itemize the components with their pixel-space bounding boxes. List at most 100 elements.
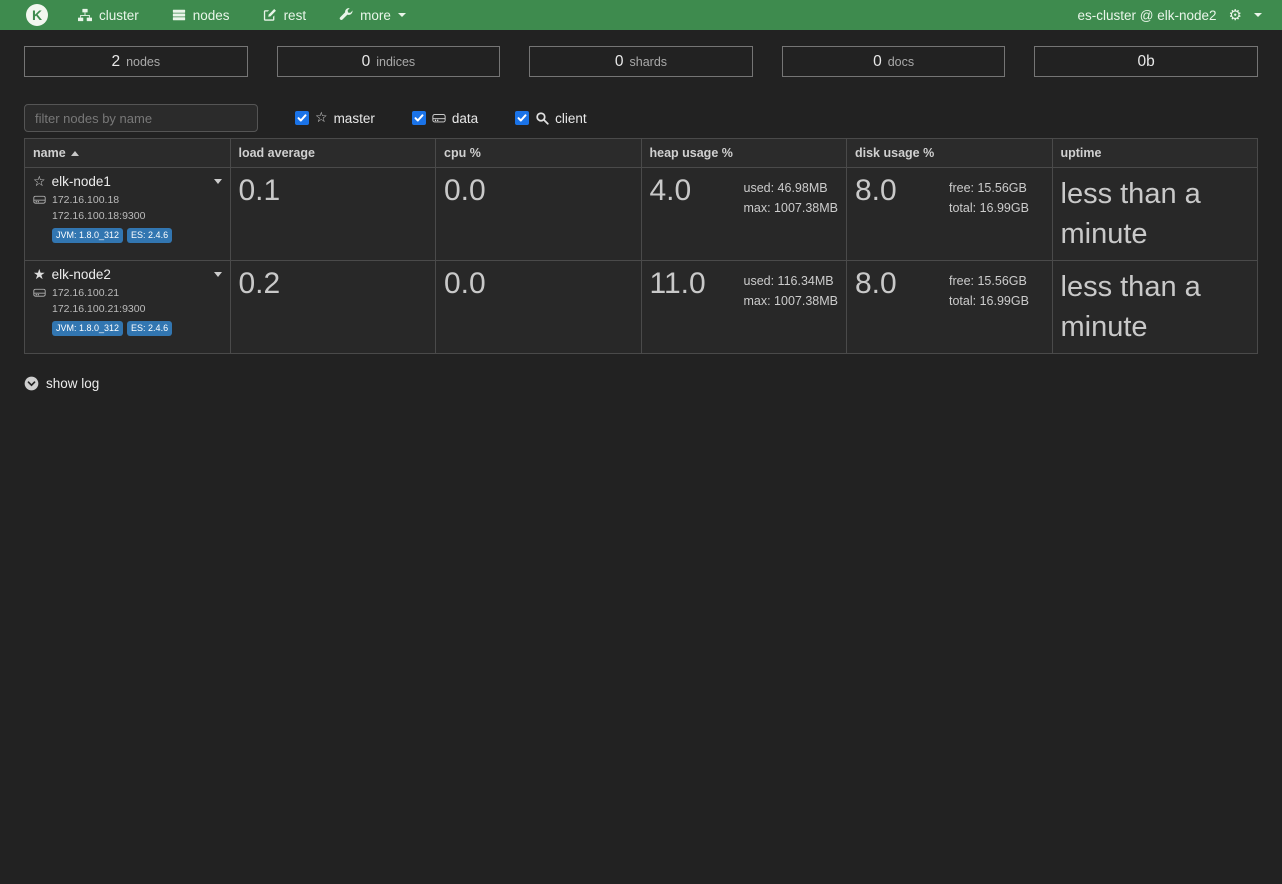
uptime-value: less than a minute <box>1061 174 1250 254</box>
hdd-icon <box>33 286 46 299</box>
load-average-cell: 0.2 <box>230 261 436 354</box>
nav-item-nodes[interactable]: nodes <box>172 8 230 23</box>
stat-indices: 0 indices <box>277 46 501 77</box>
show-log-label: show log <box>46 376 99 391</box>
stat-value: 0 <box>873 53 882 71</box>
checkbox-label: master <box>334 111 375 126</box>
column-header-disk-usage: disk usage % <box>847 139 1053 168</box>
nav-item-label: cluster <box>99 8 139 23</box>
nav-item-more[interactable]: more <box>339 8 406 23</box>
node-transport-address: 172.16.100.21:9300 <box>52 303 222 315</box>
cpu-cell: 0.0 <box>436 261 642 354</box>
star-outline-icon: ☆ <box>315 111 328 125</box>
es-version-badge: ES: 2.4.6 <box>127 228 172 243</box>
stat-label: docs <box>888 55 914 69</box>
search-icon <box>535 111 549 125</box>
cpu-value: 0.0 <box>444 267 486 300</box>
node-name-cell: ☆ elk-node1 172.16.100.18 172.16.100.18:… <box>25 168 231 261</box>
stat-value: 0 <box>615 53 624 71</box>
load-average-value: 0.1 <box>239 174 281 207</box>
hdd-icon <box>432 111 446 125</box>
stat-nodes: 2 nodes <box>24 46 248 77</box>
sort-asc-icon <box>71 151 79 156</box>
column-header-label: load average <box>239 146 315 160</box>
stat-value: 0 <box>362 53 371 71</box>
kopf-logo[interactable]: K <box>26 4 48 26</box>
jvm-version-badge: JVM: 1.8.0_312 <box>52 228 123 243</box>
disk-free: free: 15.56GB <box>949 271 1029 291</box>
heap-max: max: 1007.38MB <box>744 198 839 218</box>
disk-percent-value: 8.0 <box>855 174 949 219</box>
table-row: ☆ elk-node1 172.16.100.18 172.16.100.18:… <box>25 168 1258 261</box>
nav-item-label: nodes <box>193 8 230 23</box>
column-header-cpu: cpu % <box>436 139 642 168</box>
cpu-cell: 0.0 <box>436 168 642 261</box>
navbar: K cluster nodes rest more <box>0 0 1282 30</box>
column-header-name[interactable]: name <box>25 139 231 168</box>
disk-usage-cell: 8.0 free: 15.56GB total: 16.99GB <box>847 261 1053 354</box>
checkbox-checked-icon <box>412 111 426 125</box>
column-header-load-average: load average <box>230 139 436 168</box>
column-header-heap-usage: heap usage % <box>641 139 847 168</box>
nav-item-cluster[interactable]: cluster <box>78 8 139 23</box>
stat-size: 0b <box>1034 46 1258 77</box>
filter-nodes-input[interactable] <box>24 104 258 132</box>
caret-down-icon <box>398 13 406 17</box>
cluster-name-label: es-cluster @ elk-node2 <box>1078 8 1217 23</box>
heap-used: used: 46.98MB <box>744 178 839 198</box>
column-header-uptime: uptime <box>1052 139 1258 168</box>
stat-label: indices <box>376 55 415 69</box>
gear-icon[interactable]: ⚙ <box>1229 8 1242 23</box>
column-header-label: disk usage % <box>855 146 934 160</box>
hdd-icon <box>33 193 46 206</box>
column-header-label: uptime <box>1061 146 1102 160</box>
nav-item-label: rest <box>284 8 307 23</box>
circle-chevron-down-icon <box>24 376 39 391</box>
caret-down-icon[interactable] <box>214 272 222 277</box>
nav-menu: cluster nodes rest more <box>78 8 439 23</box>
stat-label: nodes <box>126 55 160 69</box>
edit-icon <box>263 8 277 22</box>
heap-usage-cell: 11.0 used: 116.34MB max: 1007.38MB <box>641 261 847 354</box>
show-log-toggle[interactable]: show log <box>24 376 1258 391</box>
checkbox-label: data <box>452 111 478 126</box>
disk-usage-cell: 8.0 free: 15.56GB total: 16.99GB <box>847 168 1053 261</box>
checkbox-client[interactable]: client <box>515 111 587 126</box>
table-header-row: name load average cpu % heap usage % dis… <box>25 139 1258 168</box>
uptime-value: less than a minute <box>1061 267 1250 347</box>
cluster-stats-row: 2 nodes 0 indices 0 shards 0 docs 0b <box>24 46 1258 77</box>
nav-item-rest[interactable]: rest <box>263 8 307 23</box>
main-content: 2 nodes 0 indices 0 shards 0 docs 0b ☆ m… <box>0 30 1282 391</box>
es-version-badge: ES: 2.4.6 <box>127 321 172 336</box>
heap-max: max: 1007.38MB <box>744 291 839 311</box>
uptime-cell: less than a minute <box>1052 261 1258 354</box>
stat-value: 2 <box>111 53 120 71</box>
filter-row: ☆ master data client <box>24 104 1258 132</box>
uptime-cell: less than a minute <box>1052 168 1258 261</box>
star-filled-icon: ★ <box>33 268 46 282</box>
nodes-table: name load average cpu % heap usage % dis… <box>24 138 1258 354</box>
disk-percent-value: 8.0 <box>855 267 949 312</box>
caret-down-icon[interactable] <box>214 179 222 184</box>
disk-free: free: 15.56GB <box>949 178 1029 198</box>
checkbox-checked-icon <box>515 111 529 125</box>
stat-label: shards <box>630 55 668 69</box>
server-icon <box>172 8 186 22</box>
disk-total: total: 16.99GB <box>949 291 1029 311</box>
nav-item-label: more <box>360 8 391 23</box>
load-average-cell: 0.1 <box>230 168 436 261</box>
node-ip: 172.16.100.18 <box>52 194 119 206</box>
node-name-cell: ★ elk-node2 172.16.100.21 172.16.100.21:… <box>25 261 231 354</box>
table-row: ★ elk-node2 172.16.100.21 172.16.100.21:… <box>25 261 1258 354</box>
heap-percent-value: 11.0 <box>650 267 744 312</box>
disk-total: total: 16.99GB <box>949 198 1029 218</box>
column-header-label: heap usage % <box>650 146 733 160</box>
checkbox-master[interactable]: ☆ master <box>295 111 375 126</box>
cpu-value: 0.0 <box>444 174 486 207</box>
stat-shards: 0 shards <box>529 46 753 77</box>
column-header-label: name <box>33 146 66 160</box>
heap-percent-value: 4.0 <box>650 174 744 219</box>
caret-down-icon[interactable] <box>1254 13 1262 17</box>
star-outline-icon: ☆ <box>33 175 46 189</box>
checkbox-data[interactable]: data <box>412 111 478 126</box>
